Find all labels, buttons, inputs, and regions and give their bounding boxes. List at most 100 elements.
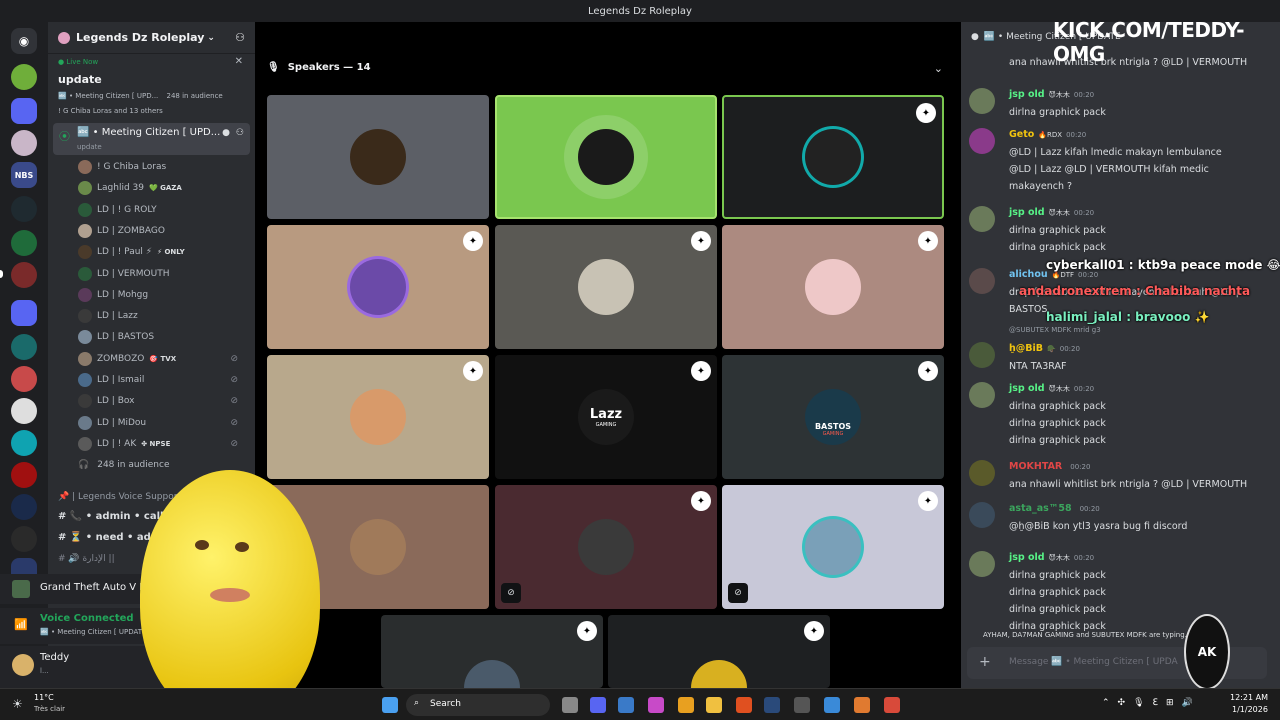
support-category[interactable]: 📌 | Legends Voice Support : <box>58 492 187 502</box>
participant-row[interactable]: ! G Chiba Loras <box>78 160 248 174</box>
speaker-tile[interactable]: ✦ <box>267 225 489 349</box>
participant-row[interactable]: ZOMBOZO 🎯 TVX ⊘ <box>78 351 248 366</box>
copilot-icon[interactable] <box>648 697 664 713</box>
participant-row[interactable]: LD | Ismail ⊘ <box>78 373 248 387</box>
chat-bubble-icon[interactable]: ● <box>222 128 230 138</box>
avatar[interactable] <box>969 460 995 486</box>
server-icon[interactable] <box>11 130 37 156</box>
live-event-card[interactable]: ● Live Now ✕ update 🔤 • Meeting Citizen … <box>54 56 249 118</box>
server-icon[interactable] <box>11 334 37 360</box>
speaker-tile[interactable]: Lazz GAMING ✦ <box>495 355 717 479</box>
server-icon[interactable] <box>11 430 37 456</box>
participant-row[interactable]: LD | ZOMBAGO <box>78 223 248 238</box>
chrome-icon[interactable] <box>678 697 694 713</box>
participant-row[interactable]: LD | Mohgg <box>78 287 248 302</box>
participant-row[interactable]: LD | ! Paul ⚡ ⚡ ONLY <box>78 245 248 260</box>
message-author[interactable]: jsp old <box>1009 89 1045 100</box>
speaker-tile[interactable]: BASTOS GAMING ✦ <box>722 355 944 479</box>
server-icon[interactable] <box>11 230 37 256</box>
avatar[interactable] <box>969 551 995 577</box>
channel-administration[interactable]: # 🔊 الإدارة || <box>58 554 115 564</box>
participant-row[interactable]: LD | ! G ROLY <box>78 202 248 217</box>
speaker-tile[interactable]: ✦ <box>495 225 717 349</box>
add-attachment-icon[interactable]: + <box>979 654 991 670</box>
participant-row[interactable]: LD | Lazz <box>78 309 248 324</box>
audience-row[interactable]: 🎧 248 in audience <box>78 460 169 470</box>
channel-admin-call[interactable]: # 📞 • admin • call <box>58 511 163 522</box>
app-icon[interactable] <box>618 697 634 713</box>
speaker-tile[interactable]: ✦ <box>722 95 944 219</box>
speaker-tile-speaking[interactable] <box>495 95 717 219</box>
chat-message[interactable]: Geto 🔥RDX 00:20 @LD | Lazz kifah lmedic mak… <box>969 126 1269 195</box>
chat-message[interactable]: @SUBUTEX MDFK mrid g3 <box>969 322 1269 339</box>
participant-row[interactable]: LD | ! AK ✤ NPSE ⊘ <box>78 436 248 451</box>
participant-row[interactable]: LD | BASTOS <box>78 330 248 345</box>
message-author[interactable]: jsp old <box>1009 383 1045 394</box>
chat-message[interactable]: jsp old 😈木木 00:20 dirlna graphick pack dirln… <box>969 204 1269 256</box>
server-icon[interactable] <box>11 64 37 90</box>
chrome-icon[interactable] <box>884 697 900 713</box>
avatar[interactable] <box>12 654 34 676</box>
server-header[interactable]: Legends Dz Roleplay ⌄ ⚇ <box>48 22 255 54</box>
speaker-tile[interactable]: ✦ <box>267 355 489 479</box>
channel-need-admin[interactable]: # ⏳ • need • adm <box>58 532 161 543</box>
avatar[interactable] <box>969 206 995 232</box>
discord-icon[interactable] <box>590 697 606 713</box>
message-author[interactable]: ḫ@BiB <box>1009 343 1043 354</box>
tray-icons[interactable]: ⌃✣🎙ℇ⊞🔊 <box>1102 698 1201 708</box>
message-author[interactable]: asta_as™58 <box>1009 503 1072 514</box>
chat-message[interactable]: jsp old 😈木木 00:20 dirlna graphick pack dirln… <box>969 549 1269 635</box>
discord-home-icon[interactable]: ◉ <box>11 28 37 54</box>
message-author[interactable]: Geto <box>1009 129 1034 140</box>
avatar[interactable] <box>969 502 995 528</box>
server-icon[interactable] <box>11 196 37 222</box>
app-icon[interactable] <box>854 697 870 713</box>
voice-channel-active[interactable]: ⦿ 🔤 • Meeting Citizen [ UPD... update ● … <box>53 123 250 155</box>
task-view-icon[interactable] <box>562 697 578 713</box>
participant-row[interactable]: Laghlid 39 💚 GAZA <box>78 181 248 196</box>
participant-row[interactable]: LD | VERMOUTH <box>78 266 248 281</box>
close-icon[interactable]: ✕ <box>235 56 243 67</box>
folder-icon[interactable] <box>11 300 37 326</box>
add-member-icon[interactable]: ⚇ <box>235 31 245 44</box>
start-icon[interactable] <box>382 697 398 713</box>
server-icon[interactable]: NBS <box>11 162 37 188</box>
server-icon[interactable] <box>11 462 37 488</box>
chat-message[interactable]: jsp old 😈木木 00:20 dirlna graphick pack dirln… <box>969 380 1269 449</box>
avatar[interactable] <box>969 268 995 294</box>
message-author[interactable]: alichou <box>1009 269 1048 280</box>
server-icon[interactable] <box>11 398 37 424</box>
chat-message[interactable]: ḫ@BiB 🪖 00:20 NTA TA3RAF <box>969 340 1269 375</box>
avatar[interactable] <box>969 88 995 114</box>
speaker-tile[interactable]: ✦ <box>381 615 603 688</box>
chat-message[interactable]: MOKHTAR 00:20 ana nhawli whitlist brk ntri… <box>969 458 1269 493</box>
speaker-tile[interactable]: ✦ ⊘ <box>722 485 944 609</box>
speaker-tile[interactable]: ✦ ⊘ <box>495 485 717 609</box>
participant-row[interactable]: LD | Box ⊘ <box>78 394 248 409</box>
server-icon[interactable] <box>11 494 37 520</box>
participant-row[interactable]: LD | MiDou ⊘ <box>78 415 248 430</box>
steam-icon[interactable] <box>764 697 780 713</box>
server-icon[interactable] <box>11 366 37 392</box>
avatar[interactable] <box>969 342 995 368</box>
avatar[interactable] <box>969 382 995 408</box>
folder-icon[interactable] <box>11 98 37 124</box>
invite-icon[interactable]: ⚇ <box>236 128 244 138</box>
brave-icon[interactable] <box>736 697 752 713</box>
app-icon[interactable] <box>794 697 810 713</box>
message-author[interactable]: jsp old <box>1009 207 1045 218</box>
message-author[interactable]: jsp old <box>1009 552 1045 563</box>
message-author[interactable]: MOKHTAR <box>1009 461 1062 472</box>
server-icon[interactable] <box>11 262 37 288</box>
chat-message[interactable]: jsp old 😈木木 00:20 dirlna graphick pack <box>969 86 1269 121</box>
chat-message[interactable]: asta_as™58 00:20 @ḫ@BiB kon ytl3 yasra bug… <box>969 500 1269 535</box>
app-icon[interactable] <box>824 697 840 713</box>
avatar[interactable] <box>969 128 995 154</box>
chevron-down-icon[interactable]: ⌄ <box>934 62 943 75</box>
speaker-tile[interactable] <box>267 95 489 219</box>
explorer-icon[interactable] <box>706 697 722 713</box>
speaker-tile[interactable]: ✦ <box>608 615 830 688</box>
search-box[interactable]: ⌕ Search <box>406 694 550 716</box>
speaker-tile[interactable]: ✦ <box>722 225 944 349</box>
server-icon[interactable] <box>11 526 37 552</box>
